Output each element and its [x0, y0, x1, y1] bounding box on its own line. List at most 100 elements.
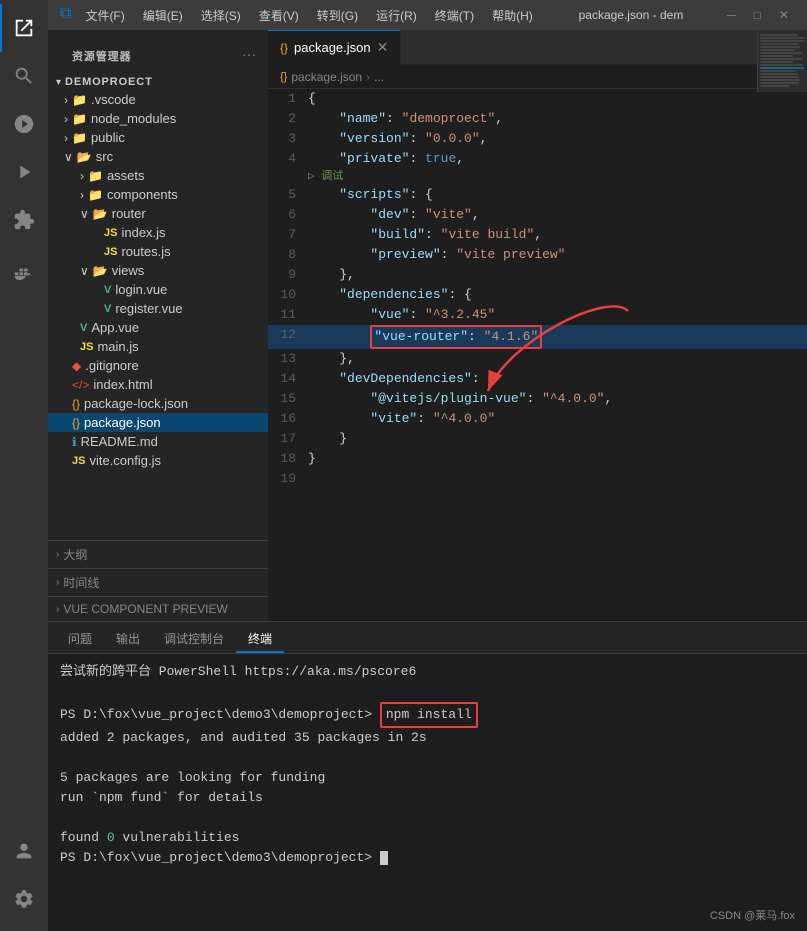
tab-label: package.json — [294, 40, 371, 55]
breadcrumb-more: ... — [374, 70, 384, 84]
debug-run-hint: ▷ 调试 — [268, 169, 807, 185]
chevron-right-icon: › — [64, 131, 68, 145]
tree-item-index-js[interactable]: JS index.js — [48, 223, 268, 242]
tree-item-register-vue[interactable]: V register.vue — [48, 299, 268, 318]
chevron-down-icon: ∨ — [80, 264, 89, 278]
tree-item-index-html[interactable]: </> index.html — [48, 375, 268, 394]
vue-preview-chevron-icon: › — [56, 604, 59, 615]
sidebar-outline-panel[interactable]: › 大纲 — [48, 540, 268, 568]
tree-item-readme[interactable]: ℹ README.md — [48, 432, 268, 451]
sidebar-header-row: 资源管理器 ··· — [48, 30, 268, 74]
breadcrumb-filename: package.json — [291, 70, 362, 84]
panel-tab-terminal[interactable]: 终端 — [236, 626, 284, 653]
project-section-header[interactable]: ▾ DEMOPROECT — [48, 74, 268, 90]
vue-file-icon: V — [104, 303, 111, 315]
terminal-line: 5 packages are looking for funding — [60, 768, 795, 788]
line-number: 18 — [268, 449, 308, 469]
line-number: 8 — [268, 245, 308, 265]
run-icon[interactable] — [0, 148, 48, 196]
terminal-line: run `npm fund` for details — [60, 788, 795, 808]
vue-file-icon: V — [104, 284, 111, 296]
sidebar-more-icon[interactable]: ··· — [242, 46, 256, 62]
chevron-down-icon: ∨ — [64, 150, 73, 164]
tree-label: router — [112, 206, 146, 221]
docker-icon[interactable] — [0, 252, 48, 300]
file-tree: › 📁 .vscode › 📁 node_modules › 📁 public — [48, 90, 268, 540]
code-line: 12 "vue-router": "4.1.6" — [268, 325, 807, 349]
tree-item-main-js[interactable]: JS main.js — [48, 337, 268, 356]
line-number: 15 — [268, 389, 308, 409]
account-icon[interactable] — [0, 827, 48, 875]
terminal-content[interactable]: 尝试新的跨平台 PowerShell https://aka.ms/pscore… — [48, 654, 807, 931]
line-content: "dev": "vite", — [308, 205, 807, 225]
explorer-icon[interactable] — [0, 4, 48, 52]
line-content: "name": "demoproect", — [308, 109, 807, 129]
chevron-right-icon: › — [64, 112, 68, 126]
panel-tab-output[interactable]: 输出 — [104, 626, 152, 653]
md-file-icon: ℹ — [72, 435, 77, 449]
js-file-icon: JS — [104, 246, 117, 258]
panel-tab-debug[interactable]: 调试控制台 — [152, 626, 236, 653]
tree-item-vscode[interactable]: › 📁 .vscode — [48, 90, 268, 109]
code-line: 1{ — [268, 89, 807, 109]
chevron-right-icon: › — [80, 169, 84, 183]
npm-install-command: npm install — [380, 702, 478, 728]
tree-item-package-lock[interactable]: {} package-lock.json — [48, 394, 268, 413]
line-content: "@vitejs/plugin-vue": "^4.0.0", — [308, 389, 807, 409]
tree-item-views[interactable]: ∨ 📂 views — [48, 261, 268, 280]
terminal-prompt-line: PS D:\fox\vue_project\demo3\demoproject>… — [60, 702, 795, 728]
code-line: 3 "version": "0.0.0", — [268, 129, 807, 149]
line-content: } — [308, 429, 807, 449]
tree-item-app-vue[interactable]: V App.vue — [48, 318, 268, 337]
project-name: DEMOPROECT — [65, 76, 153, 88]
tree-item-assets[interactable]: › 📁 assets — [48, 166, 268, 185]
extensions-icon[interactable] — [0, 196, 48, 244]
line-number: 13 — [268, 349, 308, 369]
tree-item-src[interactable]: ∨ 📂 src — [48, 147, 268, 166]
folder-icon: 📁 — [88, 188, 103, 202]
sidebar: 资源管理器 ··· ▾ DEMOPROECT › 📁 .vscode › — [48, 30, 268, 621]
line-content: "scripts": { — [308, 185, 807, 205]
tree-item-package-json[interactable]: {} package.json — [48, 413, 268, 432]
tree-item-routes-js[interactable]: JS routes.js — [48, 242, 268, 261]
tree-label: .gitignore — [85, 358, 138, 373]
code-line: 14 "devDependencies": { — [268, 369, 807, 389]
line-number: 3 — [268, 129, 308, 149]
terminal-prompt: PS D:\fox\vue_project\demo3\demoproject> — [60, 707, 380, 722]
code-editor[interactable]: 1{2 "name": "demoproect",3 "version": "0… — [268, 89, 807, 621]
tree-item-vite-config[interactable]: JS vite.config.js — [48, 451, 268, 470]
settings-icon[interactable] — [0, 875, 48, 923]
js-file-icon: JS — [72, 455, 85, 467]
source-control-icon[interactable] — [0, 100, 48, 148]
code-line: 16 "vite": "^4.0.0" — [268, 409, 807, 429]
folder-icon: 📁 — [88, 169, 103, 183]
json-file-icon: {} — [72, 397, 80, 411]
line-number: 14 — [268, 369, 308, 389]
panel-tab-problems[interactable]: 问题 — [56, 626, 104, 653]
tree-item-components[interactable]: › 📁 components — [48, 185, 268, 204]
breadcrumb-sep-icon: › — [366, 70, 370, 84]
debug-run-button[interactable]: ▷ 调试 — [308, 167, 343, 187]
activity-bar-bottom — [0, 827, 48, 923]
tab-close-button[interactable]: ✕ — [377, 39, 389, 56]
sidebar-timeline-panel[interactable]: › 时间线 — [48, 568, 268, 596]
folder-icon: 📁 — [72, 131, 87, 145]
terminal-prompt-line: PS D:\fox\vue_project\demo3\demoproject> — [60, 848, 795, 868]
code-line: 19 — [268, 469, 807, 489]
tree-label: main.js — [97, 339, 138, 354]
search-icon[interactable] — [0, 52, 48, 100]
line-content: "build": "vite build", — [308, 225, 807, 245]
tree-item-gitignore[interactable]: ◆ .gitignore — [48, 356, 268, 375]
tree-item-public[interactable]: › 📁 public — [48, 128, 268, 147]
js-file-icon: JS — [80, 341, 93, 353]
line-content: "vue-router": "4.1.6" — [308, 325, 807, 349]
folder-icon: 📁 — [72, 112, 87, 126]
tree-label: node_modules — [91, 111, 176, 126]
tree-item-login-vue[interactable]: V login.vue — [48, 280, 268, 299]
tab-package-json[interactable]: {} package.json ✕ — [268, 30, 401, 65]
line-number: 4 — [268, 149, 308, 169]
tree-item-router[interactable]: ∨ 📂 router — [48, 204, 268, 223]
tree-item-node-modules[interactable]: › 📁 node_modules — [48, 109, 268, 128]
folder-icon: 📁 — [72, 93, 87, 107]
sidebar-vue-preview-panel[interactable]: › VUE COMPONENT PREVIEW — [48, 596, 268, 621]
